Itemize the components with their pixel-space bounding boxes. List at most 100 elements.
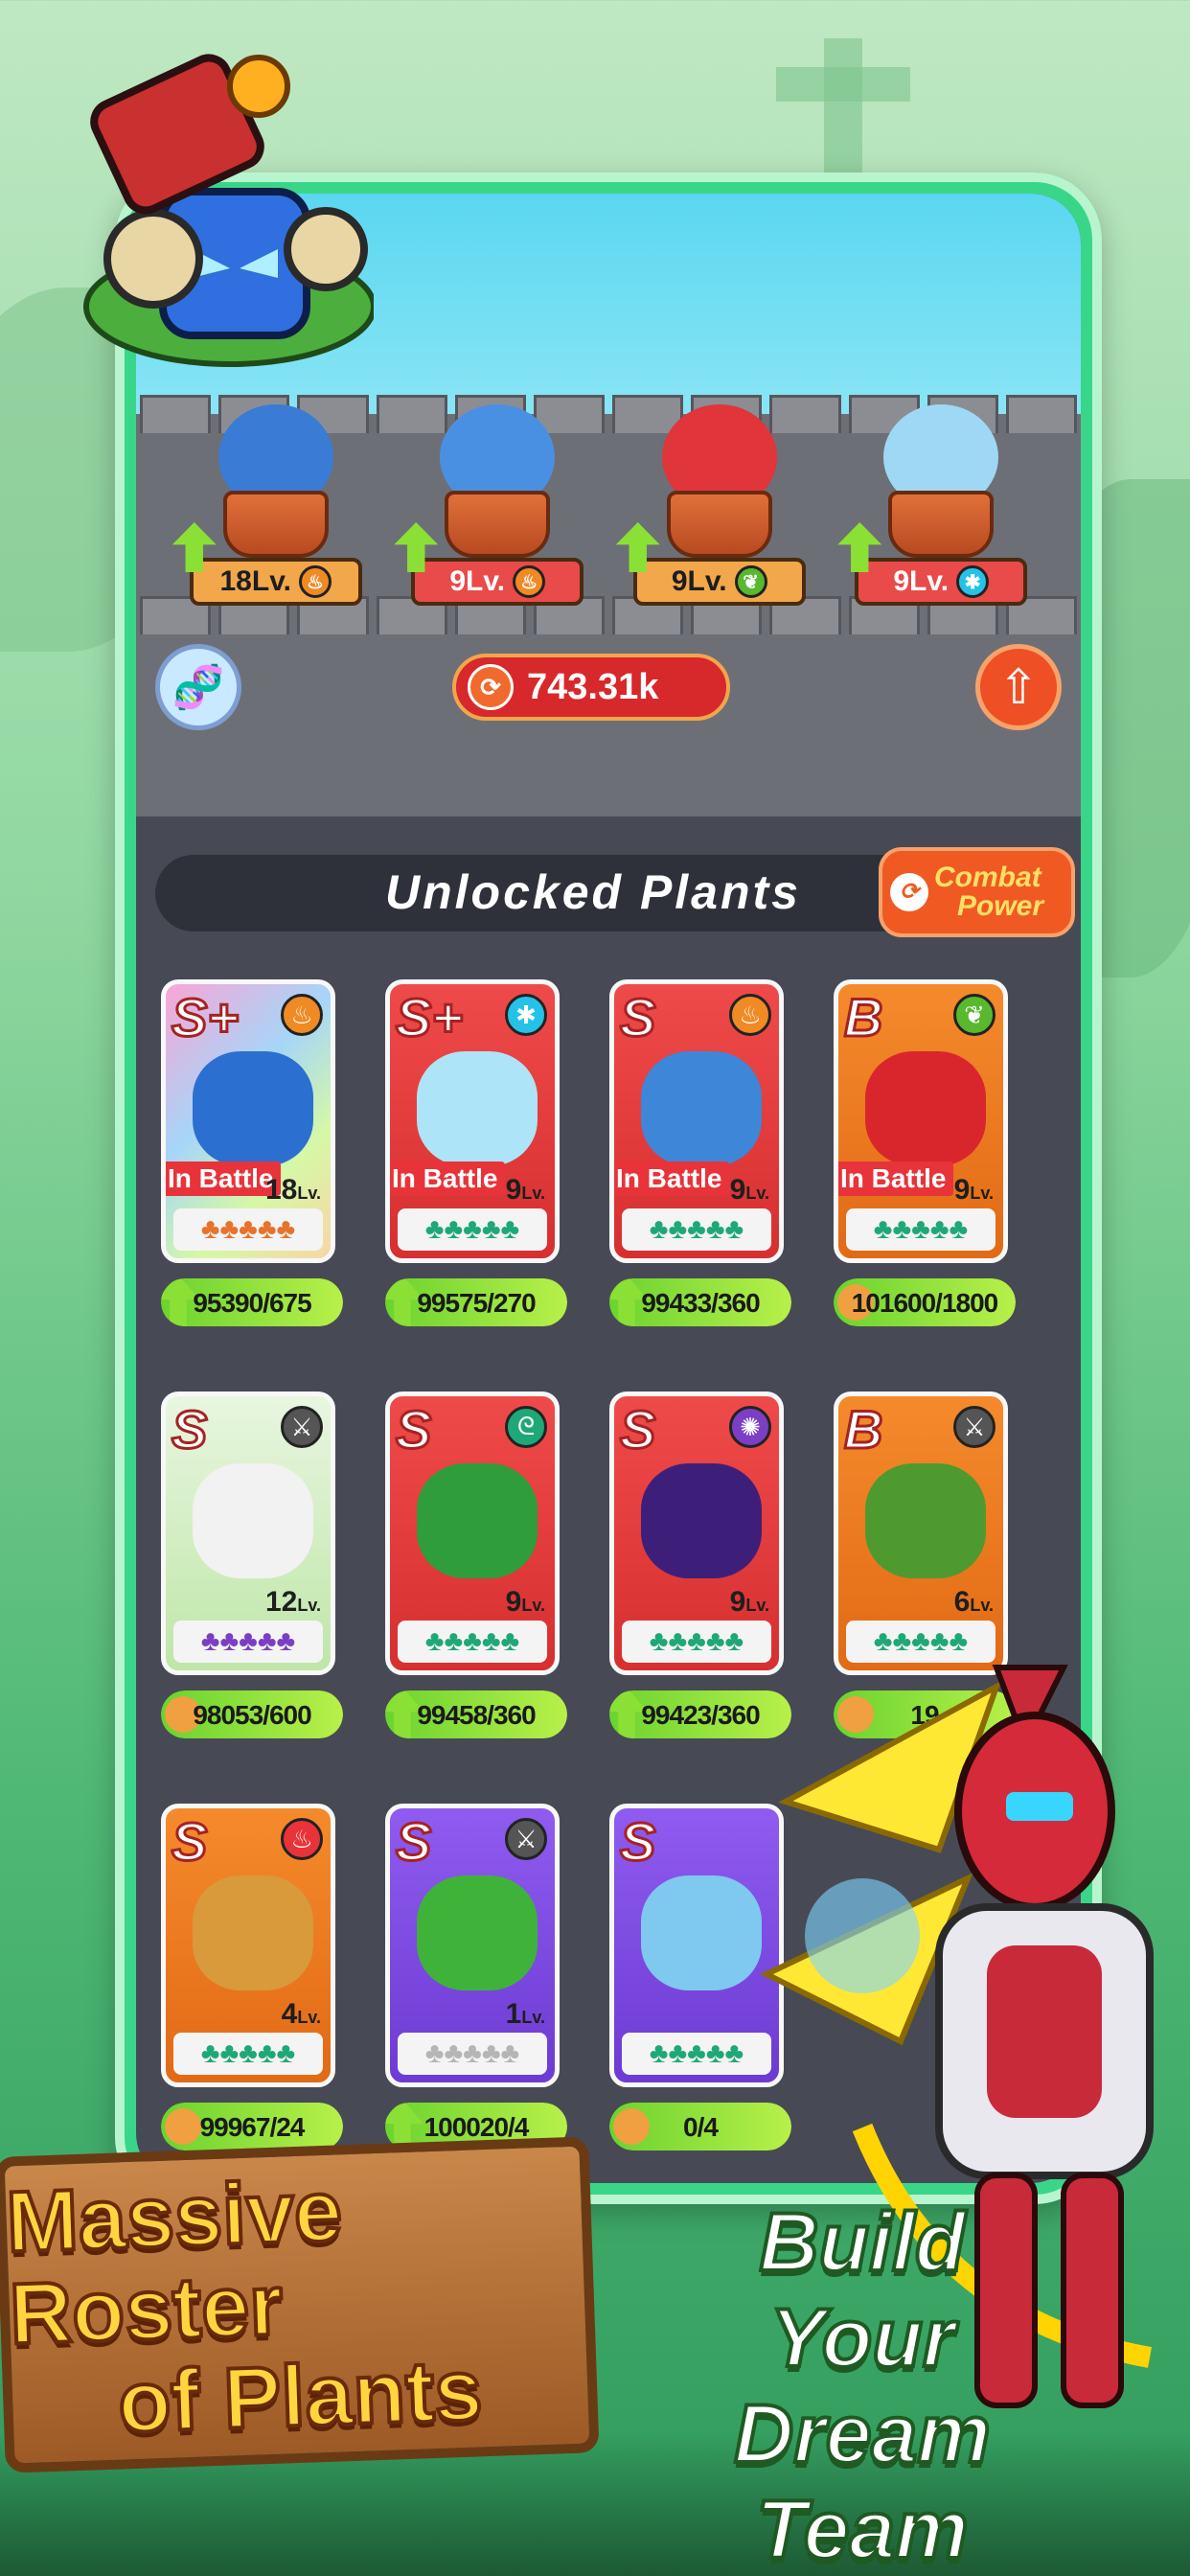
shard-progress: 99967/24 — [161, 2103, 343, 2150]
shard-count: 99575/270 — [417, 1288, 536, 1318]
plant-card-face: S ⚔ 12Lv. ♣♣♣♣♣ — [161, 1392, 335, 1675]
tagline-line-1: Build Your — [758, 2195, 968, 2386]
shard-count: 99967/24 — [199, 2112, 306, 2142]
level-number: 6 — [953, 1586, 971, 1618]
plant-grade: S+ — [170, 986, 240, 1049]
star-rating: ♣♣♣♣♣ — [846, 1208, 995, 1251]
plant-art — [641, 1875, 762, 1990]
shard-progress: 99575/270 — [385, 1278, 567, 1326]
plant-grade: B — [842, 986, 883, 1049]
in-battle-badge: In Battle — [614, 1162, 730, 1196]
element-icon: ⚔ — [953, 1406, 995, 1448]
combat-power-display: ⟳ 743.31k — [452, 654, 730, 721]
team-slot[interactable]: 9Lv. ✱ — [837, 385, 1037, 615]
plant-art — [865, 1051, 986, 1166]
plant-level: 9Lv. — [506, 1174, 545, 1207]
team-slot[interactable]: 9Lv. ❦ — [615, 385, 815, 615]
element-icon: ⚔ — [281, 1406, 323, 1448]
plant-level: 9Lv. — [730, 1586, 769, 1619]
level-suffix: Lv. — [521, 1184, 545, 1203]
plant-art — [417, 1463, 538, 1578]
plant-card-face: B ❦ In Battle 9Lv. ♣♣♣♣♣ — [834, 979, 1008, 1263]
star-rating: ♣♣♣♣♣ — [398, 2033, 547, 2075]
shard-progress: 99433/360 — [609, 1278, 791, 1326]
plant-grade: S — [170, 1810, 208, 1874]
flower-pot — [445, 491, 551, 558]
plant-card[interactable]: S ᘓ 9Lv. ♣♣♣♣♣ 99458/360 — [385, 1392, 577, 1738]
combat-power-icon: ⟳ — [468, 664, 514, 710]
level-suffix: Lv. — [745, 1596, 769, 1615]
shard-progress: 101600/1800 — [834, 1278, 1016, 1326]
banner-line-1: Massive Roster — [3, 2161, 346, 2364]
shard-progress: 95390/675 — [161, 1278, 343, 1326]
shard-progress: 98053/600 — [161, 1690, 343, 1738]
combat-power-sort-button[interactable]: ⟳ Combat Power — [879, 847, 1075, 937]
plant-card[interactable]: S+ ✱ In Battle 9Lv. ♣♣♣♣♣ 99575/270 — [385, 979, 577, 1326]
plant-art — [193, 1051, 313, 1166]
plant-art — [193, 1875, 313, 1990]
plant-card[interactable]: S ♨ 4Lv. ♣♣♣♣♣ 99967/24 — [161, 1804, 353, 2150]
plant-card[interactable]: S ♨ In Battle 9Lv. ♣♣♣♣♣ 99433/360 — [609, 979, 801, 1326]
shard-count: 99458/360 — [417, 1700, 536, 1730]
plant-grade: S+ — [394, 986, 464, 1049]
background-gravestone-cross — [824, 38, 862, 182]
plant-grade: S — [394, 1810, 432, 1874]
plant-card-face: S ♨ In Battle 9Lv. ♣♣♣♣♣ — [609, 979, 784, 1263]
element-icon: ❦ — [953, 994, 995, 1036]
plant-level: 4Lv. — [282, 1998, 321, 2031]
tagline-line-2: Dream Team — [732, 2386, 993, 2576]
level-suffix: Lv. — [297, 1596, 321, 1615]
battle-team: 18Lv. ♨ 9Lv. ♨ 9Lv. ❦ 9Lv. ✱ — [136, 385, 1081, 615]
fire-icon: ♨ — [513, 565, 546, 598]
plant-level: 9Lv. — [449, 565, 506, 597]
plant-card-face: S ᘓ 9Lv. ♣♣♣♣♣ — [385, 1392, 560, 1675]
team-slot[interactable]: 18Lv. ♨ — [172, 385, 372, 615]
in-battle-badge: In Battle — [390, 1162, 506, 1196]
plant-art — [641, 1463, 762, 1578]
snowflake-icon: ✱ — [956, 565, 990, 598]
plant-grade: S — [618, 986, 656, 1049]
star-rating: ♣♣♣♣♣ — [173, 1621, 323, 1663]
shard-count: 98053/600 — [193, 1700, 311, 1730]
plant-card[interactable]: S ⚔ 12Lv. ♣♣♣♣♣ 98053/600 — [161, 1392, 353, 1738]
flower-pot — [888, 491, 995, 558]
plant-grade: S — [394, 1398, 432, 1461]
level-suffix: Lv. — [745, 1184, 769, 1203]
plant-card[interactable]: S ⚔ 1Lv. ♣♣♣♣♣ 100020/4 — [385, 1804, 577, 2150]
level-number: 9 — [729, 1174, 746, 1206]
in-battle-badge: In Battle — [166, 1162, 282, 1196]
plant-card[interactable]: B ❦ In Battle 9Lv. ♣♣♣♣♣ 101600/1800 — [834, 979, 1025, 1326]
plant-card-face: S+ ♨ In Battle 18Lv. ♣♣♣♣♣ — [161, 979, 335, 1263]
banner-line-2: of Plants — [115, 2340, 486, 2452]
star-rating: ♣♣♣♣♣ — [398, 1208, 547, 1251]
robot-plant-mascot — [83, 54, 374, 367]
element-icon: ♨ — [281, 994, 323, 1036]
plant-card-face: S ⚔ 1Lv. ♣♣♣♣♣ — [385, 1804, 560, 2087]
plant-art — [865, 1463, 986, 1578]
plant-card[interactable]: S+ ♨ In Battle 18Lv. ♣♣♣♣♣ 95390/675 — [161, 979, 353, 1326]
star-rating: ♣♣♣♣♣ — [173, 1208, 323, 1251]
level-number: 12 — [264, 1586, 298, 1618]
background-gravestone-cross — [776, 67, 910, 102]
level-suffix: Lv. — [297, 1184, 321, 1203]
plant-grade: S — [618, 1810, 656, 1874]
level-suffix: Lv. — [521, 2008, 545, 2027]
plant-art — [641, 1051, 762, 1166]
plant-card-face: S+ ✱ In Battle 9Lv. ♣♣♣♣♣ — [385, 979, 560, 1263]
plant-level-tag: 18Lv. ♨ — [189, 558, 362, 606]
promo-tagline: Build Your Dream Team — [661, 2195, 1064, 2576]
plant-grade: S — [618, 1398, 656, 1461]
team-slot[interactable]: 9Lv. ♨ — [394, 385, 593, 615]
dna-icon[interactable]: 🧬 — [155, 644, 241, 730]
level-number: 9 — [729, 1586, 746, 1618]
plant-level: 1Lv. — [506, 1998, 545, 2031]
star-rating: ♣♣♣♣♣ — [622, 1208, 771, 1251]
level-number: 9 — [505, 1174, 522, 1206]
combat-power-button-line2: Power — [957, 890, 1044, 922]
plant-level: 18Lv. — [219, 565, 292, 597]
combat-power-button-line1: Combat — [934, 862, 1041, 893]
upgrade-arrow-icon[interactable]: ⇧ — [975, 644, 1062, 730]
plant-level: 9Lv. — [954, 1174, 994, 1207]
plant-art — [193, 1463, 313, 1578]
combat-power-value: 743.31k — [527, 666, 659, 707]
